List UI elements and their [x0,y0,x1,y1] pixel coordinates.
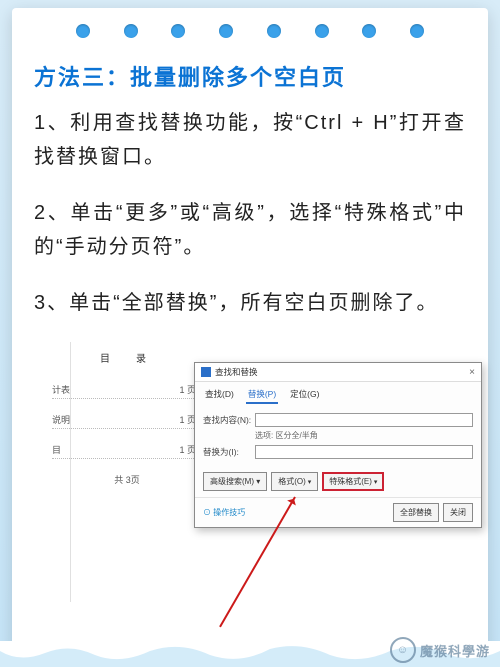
tab-find[interactable]: 查找(D) [203,386,236,404]
watermark-text: 魔猴科學游 [420,641,490,660]
more-button[interactable]: 高级搜索(M) ▾ [203,472,267,491]
dialog-title: 查找和替换 [215,366,258,378]
find-replace-dialog: 查找和替换 × 查找(D) 替换(P) 定位(G) 查找内容(N): 选项: 区… [194,362,482,528]
tips-link[interactable]: ⊙ 操作技巧 [203,507,245,518]
tab-goto[interactable]: 定位(G) [288,386,321,404]
app-icon [201,367,211,377]
screenshot-area: 目 录 计表1 页 说明1 页 目1 页 共 3页 查找和替换 × 查找(D) … [34,342,466,602]
replace-label: 替换为(I): [203,446,255,458]
tab-replace[interactable]: 替换(P) [246,386,278,404]
toc-title: 目 录 [52,350,202,365]
find-input[interactable] [255,413,473,427]
replace-input[interactable] [255,445,473,459]
step-1: 1、利用查找替换功能，按“Ctrl + H”打开查找替换窗口。 [34,106,466,174]
toc-row: 说明1 页 [52,413,196,429]
options-row: 选项: 区分全/半角 [255,430,473,441]
dialog-tabs: 查找(D) 替换(P) 定位(G) [195,382,481,404]
format-button[interactable]: 格式(O) [271,472,318,491]
close-button[interactable]: 关闭 [443,503,473,522]
step-2: 2、单击“更多”或“高级”，选择“特殊格式”中的“手动分页符”。 [34,196,466,264]
section-title: 方法三：批量删除多个空白页 [34,60,466,92]
note-sheet: 方法三：批量删除多个空白页 1、利用查找替换功能，按“Ctrl + H”打开查找… [12,8,488,667]
toc-total: 共 3页 [52,473,202,486]
special-format-button[interactable]: 特殊格式(E) [322,472,384,491]
toc-row: 目1 页 [52,443,196,459]
find-label: 查找内容(N): [203,414,255,426]
watermark-logo-icon: ☺ [390,637,416,663]
close-icon[interactable]: × [469,367,475,378]
replace-all-button[interactable]: 全部替换 [393,503,439,522]
toc-panel: 目 录 计表1 页 说明1 页 目1 页 共 3页 [52,350,202,486]
dialog-titlebar: 查找和替换 × [195,363,481,382]
toc-row: 计表1 页 [52,383,196,399]
binder-holes [12,24,488,38]
step-3: 3、单击“全部替换”，所有空白页删除了。 [34,286,466,320]
watermark: ☺ 魔猴科學游 [390,637,490,663]
